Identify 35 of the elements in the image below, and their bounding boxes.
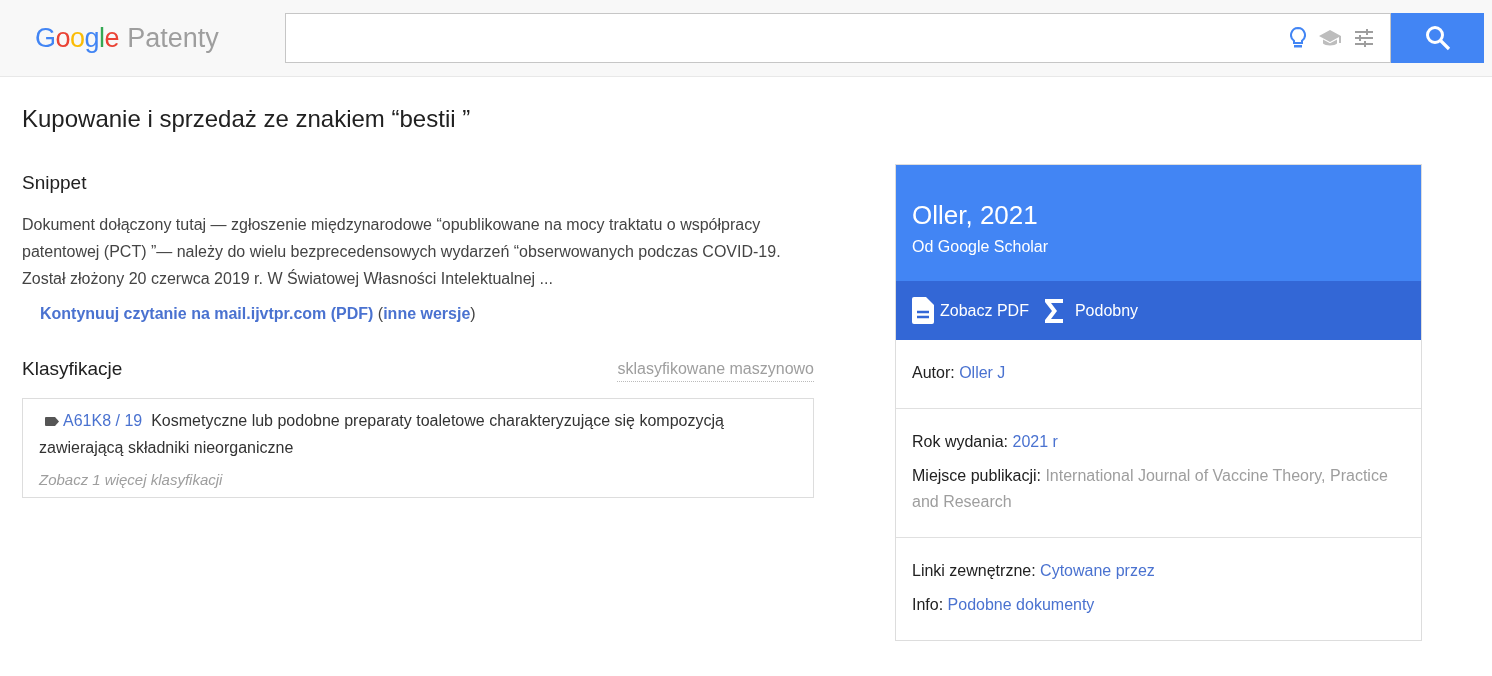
search-button[interactable] [1391,13,1484,63]
detail-link[interactable]: 2021 r [1012,433,1058,450]
detail-link[interactable]: Cytowane przez [1040,562,1155,579]
card-subtitle: Od Google Scholar [912,236,1050,257]
tag-icon [45,416,59,426]
document-icon [912,297,934,324]
machine-classified-label[interactable]: sklasyfikowane maszynowo [617,356,814,382]
sliders-icon[interactable] [1354,29,1374,47]
search-field[interactable] [285,13,1391,63]
view-pdf-button[interactable]: Zobacz PDF [912,297,1029,324]
detail-line: Linki zewnętrzne: Cytowane przez [912,561,1156,581]
similar-button[interactable]: Podobny [1044,298,1139,323]
detail-line: Autor: Oller J [912,363,1007,383]
product-name: Patenty [127,21,219,55]
lightbulb-icon[interactable] [1290,27,1306,49]
more-classifications-link[interactable]: Zobacz 1 więcej klasyfikacji [39,468,797,492]
snippet-text: Dokument dołączony tutaj — zgłoszenie międzynarodowe “opublikowane na mocy traktatu o współpracy patentowej (PCT) ”— należy do wielu bezprecedensowych wydarzeń “obserwowanych podczas COVID-19. Został złożony 20 czerwca 2019 r. W Światowej Własności Intelektualnej ... [22,214,782,289]
search-icon [1424,25,1451,51]
detail-line: Info: Podobne dokumenty [912,595,1096,615]
detail-link[interactable]: Podobne dokumenty [947,596,1095,613]
section-heading: Snippet [22,171,88,195]
google-logo[interactable]: Google [35,17,120,59]
graduation-cap-icon[interactable] [1318,28,1342,48]
detail-link[interactable]: Oller J [959,364,1006,381]
classification-entry: A61K8 / 19 Kosmetyczne lub podobne preparaty toaletowe charakteryzujące się kompozycją zawierającą składniki nieorganiczne [39,410,725,458]
detail-line: Miejsce publikacji: International Journal of Vaccine Theory, Practice and Research [912,466,1389,512]
section-heading: Klasyfikacje [22,357,123,381]
card-title: Oller, 2021 [912,198,1039,232]
classification-code-link[interactable]: A61K8 / 19 [63,411,143,429]
other-versions-link[interactable]: inne wersje [383,304,471,322]
read-more-line: Kontynuuj czytanie na mail.ijvtpr.com (PDF) (inne wersje) [39,303,477,324]
continue-reading-link[interactable]: Kontynuuj czytanie na mail.ijvtpr.com (PDF) [40,304,374,322]
detail-line: Rok wydania: 2021 r [912,432,1059,452]
page-title: Kupowanie i sprzedaż ze znakiem “bestii ” [22,105,472,134]
sigma-icon [1044,298,1063,323]
